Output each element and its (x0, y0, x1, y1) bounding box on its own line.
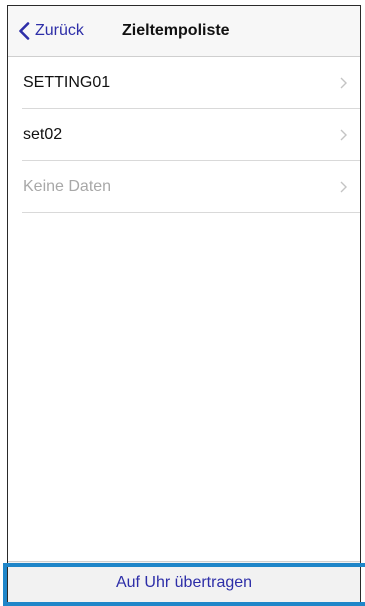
chevron-right-icon (340, 129, 347, 141)
back-button[interactable]: Zurück (18, 6, 84, 56)
chevron-right-icon (340, 77, 347, 89)
page-title: Zieltempoliste (122, 22, 230, 39)
phone-screen: Zurück Zieltempoliste SETTING01 set02 Ke… (7, 5, 361, 605)
chevron-left-icon (19, 22, 30, 40)
navigation-bar: Zurück Zieltempoliste (8, 6, 360, 57)
list-item-label: SETTING01 (23, 74, 111, 91)
back-label: Zurück (35, 22, 84, 39)
transfer-label: Auf Uhr übertragen (115, 574, 253, 591)
target-pace-list: SETTING01 set02 Keine Daten (8, 57, 360, 213)
list-item-setting01[interactable]: SETTING01 (8, 57, 360, 109)
list-item-no-data[interactable]: Keine Daten (8, 161, 360, 213)
list-item-set02[interactable]: set02 (8, 109, 360, 161)
transfer-to-watch-button[interactable]: Auf Uhr übertragen (8, 561, 360, 604)
chevron-right-icon (340, 181, 347, 193)
list-item-label: Keine Daten (23, 178, 112, 195)
list-item-label: set02 (23, 126, 63, 143)
